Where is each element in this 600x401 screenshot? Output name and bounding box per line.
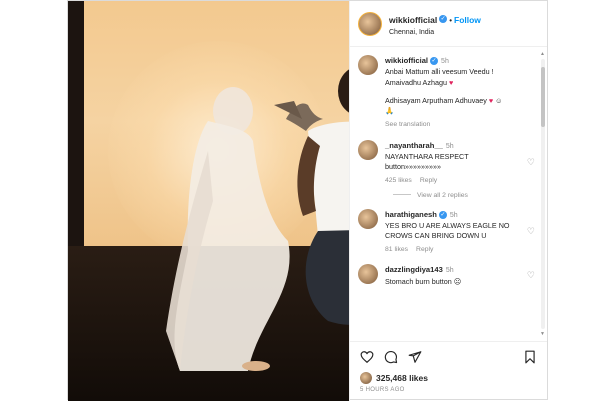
photo-figures	[166, 69, 349, 371]
verified-icon: ✓	[439, 14, 448, 23]
follow-button[interactable]: Follow	[454, 15, 481, 25]
comment-body: dazzlingdiya143 5h Stomach burn button ☹	[385, 264, 527, 287]
comment-body: harathiganesh ✓ 5h YES BRO U ARE ALWAYS EA…	[385, 209, 527, 255]
reply-button[interactable]: Reply	[420, 177, 437, 184]
post-timestamp[interactable]: 5 HOURS AGO	[350, 385, 547, 401]
comment-avatar[interactable]	[358, 264, 378, 285]
instagram-post: wikkiofficial ✓ • Follow Chennai, India wik…	[67, 0, 548, 401]
comment-time[interactable]: 5h	[446, 143, 454, 150]
post-location[interactable]: Chennai, India	[389, 29, 481, 38]
comment-icon[interactable]	[384, 350, 398, 364]
comment-time[interactable]: 5h	[441, 58, 449, 65]
author-username[interactable]: wikkiofficial	[389, 15, 437, 25]
comment-text-line: Adhisayam Arputham Adhuvaey	[385, 96, 487, 106]
comment-emoji: 🙏	[385, 106, 394, 116]
verified-icon: ✓	[438, 210, 447, 219]
comments-scrollbar[interactable]: ▲ ▼	[540, 51, 545, 337]
scroll-up-icon[interactable]: ▲	[540, 51, 545, 57]
comment-item: dazzlingdiya143 5h Stomach burn button ☹ …	[358, 264, 535, 287]
comment-avatar[interactable]	[358, 208, 378, 229]
comment-username[interactable]: dazzlingdiya143	[385, 265, 443, 274]
heart-emoji-icon: ♥	[488, 96, 494, 106]
comment-body: _nayantharah__ 5h NAYANTHARA RESPECT butt…	[385, 140, 527, 186]
likes-row[interactable]: 325,468 likes	[350, 371, 547, 385]
post-photo[interactable]	[68, 1, 349, 401]
comment-text-line: NAYANTHARA RESPECT	[385, 151, 469, 161]
heart-emoji-icon: ♥	[448, 77, 454, 87]
comment-like-icon[interactable]: ♡	[527, 226, 535, 237]
likes-count[interactable]: 325,468 likes	[376, 373, 428, 383]
comment-text-line: button»»»»»»»»»	[385, 162, 441, 172]
comment-item: _nayantharah__ 5h NAYANTHARA RESPECT butt…	[358, 139, 535, 186]
comment-avatar[interactable]	[358, 139, 378, 160]
comment-like-icon[interactable]: ♡	[527, 157, 535, 168]
comment-username[interactable]: harathiganesh	[385, 210, 437, 219]
comment-username[interactable]: _nayantharah__	[385, 141, 443, 150]
post-header: wikkiofficial ✓ • Follow Chennai, India	[350, 1, 547, 47]
author-info: wikkiofficial ✓ • Follow Chennai, India	[389, 9, 481, 38]
comment-text: Stomach burn button	[385, 276, 452, 286]
action-bar	[350, 341, 547, 371]
view-replies-link[interactable]: View all 2 replies	[393, 192, 535, 199]
share-icon[interactable]	[408, 350, 422, 364]
caption: wikkiofficial ✓ 5h Anbai Mattum alli veesu…	[358, 55, 535, 130]
reply-button[interactable]: Reply	[416, 246, 433, 253]
comment-time[interactable]: 5h	[446, 267, 454, 274]
comment-likes[interactable]: 81 likes	[385, 246, 408, 253]
scroll-down-icon[interactable]: ▼	[540, 331, 545, 337]
comment-like-icon[interactable]: ♡	[527, 270, 535, 281]
comment-item: harathiganesh ✓ 5h YES BRO U ARE ALWAYS EA…	[358, 208, 535, 255]
comment-text: YES BRO U ARE ALWAYS EAGLE NO CROWS CAN …	[385, 220, 510, 241]
heart-icon[interactable]	[360, 350, 374, 364]
comment-text-line: Anbai Mattum alli veesum Veedu !	[385, 67, 494, 77]
smile-emoji-icon: ☺	[495, 96, 503, 106]
liker-avatar	[360, 372, 372, 384]
post-sidebar: wikkiofficial ✓ • Follow Chennai, India wik…	[349, 1, 547, 401]
comment-text-line: Amaivadhu Azhagu	[385, 77, 447, 87]
comments-list: wikkiofficial ✓ 5h Anbai Mattum alli veesu…	[350, 47, 547, 341]
comment-likes[interactable]: 425 likes	[385, 177, 412, 184]
scrollbar-thumb[interactable]	[541, 67, 545, 127]
comment-body: wikkiofficial ✓ 5h Anbai Mattum alli veesu…	[385, 55, 533, 130]
comment-username[interactable]: wikkiofficial	[385, 56, 428, 65]
verified-icon: ✓	[430, 57, 439, 66]
see-translation-link[interactable]: See translation	[385, 120, 533, 130]
comment-time[interactable]: 5h	[450, 212, 458, 219]
author-avatar[interactable]	[358, 11, 382, 36]
bookmark-icon[interactable]	[523, 350, 537, 364]
angry-emoji-icon: ☹	[453, 276, 462, 286]
comment-avatar[interactable]	[358, 55, 378, 75]
separator-dot: •	[449, 16, 452, 26]
